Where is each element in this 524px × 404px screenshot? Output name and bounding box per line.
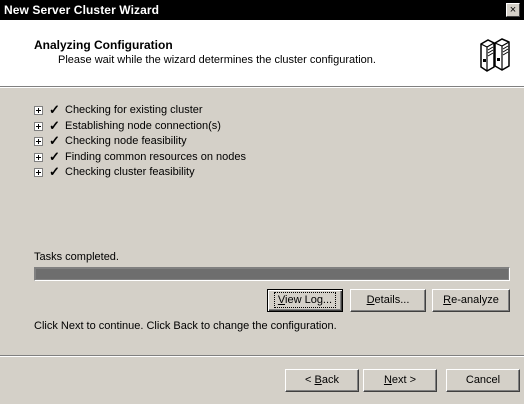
checkmark-icon: ✓: [49, 102, 60, 117]
progress-bar: [34, 267, 510, 281]
expand-icon[interactable]: [34, 106, 43, 115]
reanalyze-button[interactable]: Re-analyze: [432, 289, 510, 312]
wizard-header: Analyzing Configuration Please wait whil…: [0, 20, 524, 86]
back-button[interactable]: < Back: [285, 369, 359, 392]
details-button[interactable]: Details...: [350, 289, 426, 312]
wizard-window: New Server Cluster Wizard × Analyzing Co…: [0, 0, 524, 404]
task-label: Checking node feasibility: [65, 135, 187, 147]
next-button[interactable]: Next >: [363, 369, 437, 392]
checkmark-icon: ✓: [49, 164, 60, 179]
task-label: Establishing node connection(s): [65, 119, 221, 132]
header-divider: [0, 86, 524, 88]
page-title: Analyzing Configuration: [34, 38, 173, 52]
expand-icon[interactable]: [34, 137, 43, 146]
task-label: Finding common resources on nodes: [65, 150, 246, 163]
title-bar[interactable]: New Server Cluster Wizard ×: [0, 0, 524, 20]
window-title: New Server Cluster Wizard: [4, 3, 160, 17]
view-log-button[interactable]: View Log...: [267, 289, 343, 312]
server-cluster-icon: [478, 36, 512, 74]
page-subtitle: Please wait while the wizard determines …: [58, 54, 376, 66]
checkmark-icon: ✓: [49, 148, 60, 164]
expand-icon[interactable]: [34, 121, 43, 131]
checkmark-icon: ✓: [49, 117, 60, 133]
checkmark-icon: ✓: [49, 133, 60, 148]
progress-fill: [36, 269, 508, 279]
instruction-text: Click Next to continue. Click Back to ch…: [34, 320, 337, 332]
cancel-button[interactable]: Cancel: [446, 369, 520, 392]
task-label: Checking cluster feasibility: [65, 166, 195, 178]
status-text: Tasks completed.: [34, 251, 119, 263]
expand-icon[interactable]: [34, 168, 43, 177]
task-label: Checking for existing cluster: [65, 104, 203, 116]
close-icon[interactable]: ×: [506, 3, 520, 17]
footer-divider: [0, 355, 524, 357]
expand-icon[interactable]: [34, 152, 43, 162]
